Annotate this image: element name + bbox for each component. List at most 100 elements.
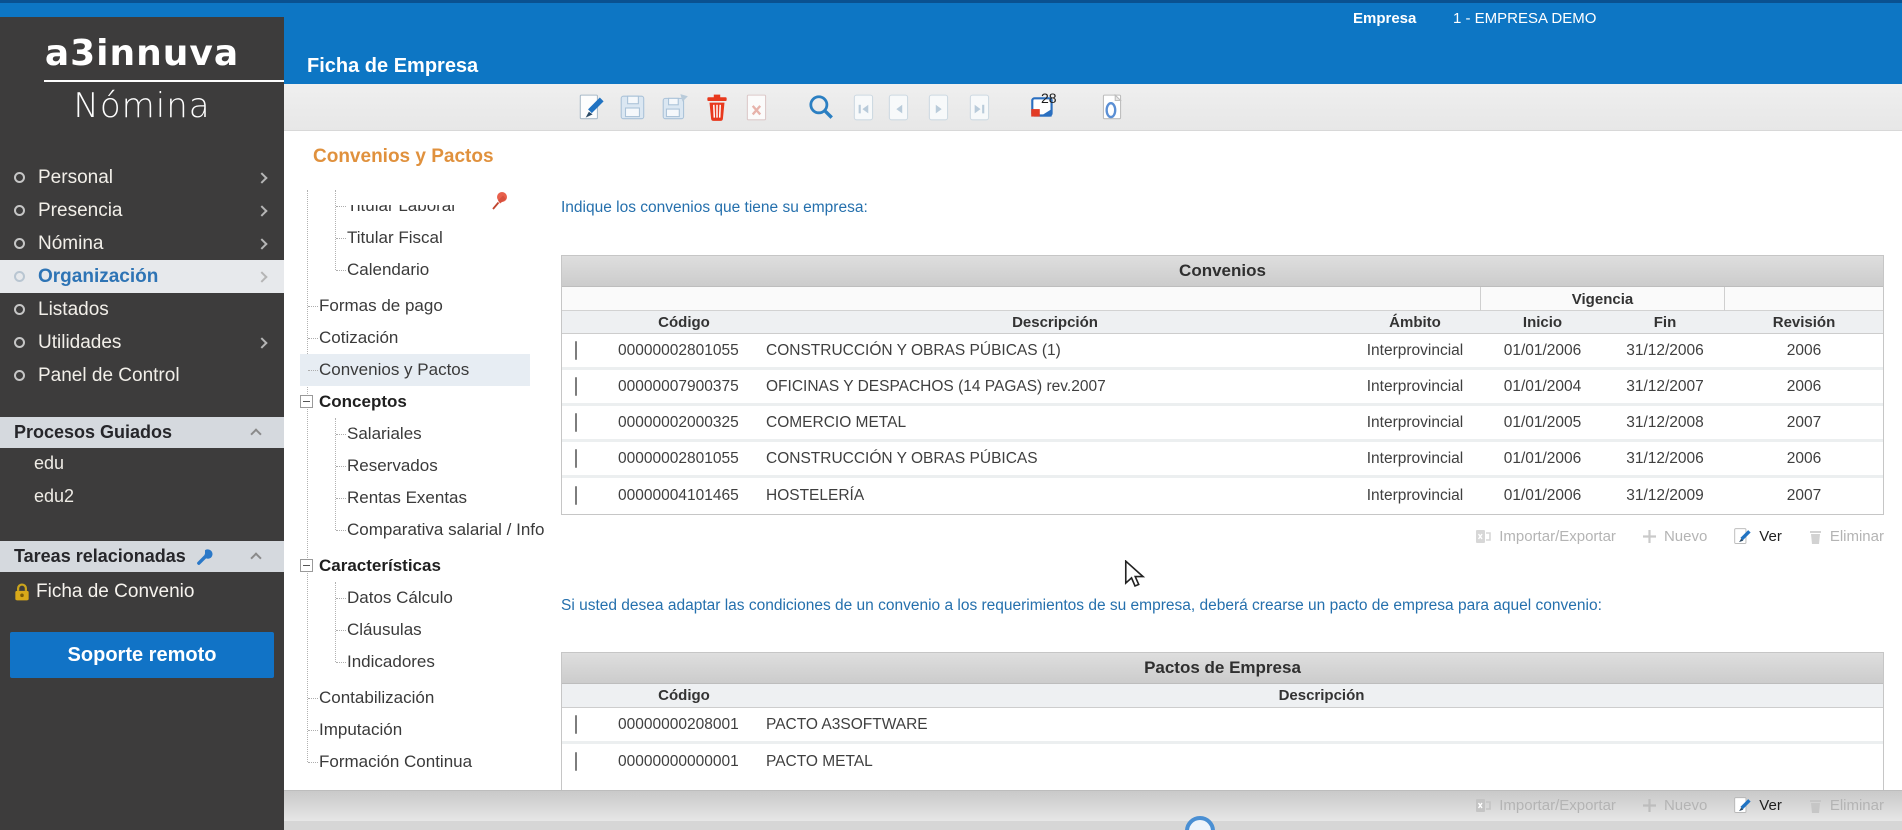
eliminar-label: Eliminar bbox=[1829, 797, 1884, 814]
pacto-row[interactable]: 00000000000001 PACTO METAL bbox=[562, 744, 1883, 780]
row-checkbox[interactable] bbox=[575, 714, 577, 734]
tree-item[interactable]: Rentas Exentas bbox=[300, 482, 530, 514]
collapse-minus-icon[interactable] bbox=[300, 395, 313, 408]
bullet-ring-icon bbox=[14, 172, 25, 183]
pactos-column-headers: Código Descripción bbox=[562, 684, 1883, 708]
nuevo-button[interactable]: Nuevo bbox=[1642, 797, 1707, 814]
bullet-ring-icon bbox=[14, 337, 25, 348]
ver-button[interactable]: Ver bbox=[1733, 796, 1782, 815]
tree-item[interactable]: Indicadores bbox=[300, 646, 530, 678]
procesos-guiados-header[interactable]: Procesos Guiados bbox=[0, 417, 284, 448]
chevron-right-icon bbox=[256, 171, 268, 184]
tree-item[interactable]: Contabilización bbox=[300, 682, 530, 714]
save-icon[interactable] bbox=[618, 93, 648, 123]
tree-connector bbox=[336, 466, 346, 467]
page-title: Convenios y Pactos bbox=[313, 146, 494, 167]
tree-item[interactable]: Datos Cálculo bbox=[300, 582, 530, 614]
eliminar-button[interactable]: Eliminar bbox=[1808, 797, 1884, 814]
empresa-selector[interactable]: 1 - EMPRESA DEMO bbox=[1453, 10, 1596, 27]
convenio-row[interactable]: 00000007900375 OFICINAS Y DESPACHOS (14 … bbox=[562, 370, 1883, 406]
sidebar-menu-item[interactable]: Personal bbox=[0, 161, 284, 194]
proceso-guiado-item[interactable]: edu bbox=[0, 447, 284, 480]
tree-item-label: Reservados bbox=[347, 456, 438, 475]
importar-exportar-button[interactable]: Importar/Exportar bbox=[1475, 797, 1616, 814]
convenios-intro-text: Indique los convenios que tiene su empre… bbox=[561, 199, 868, 216]
cell-fin: 31/12/2007 bbox=[1626, 377, 1704, 395]
previous-record-icon[interactable] bbox=[884, 93, 914, 123]
search-icon[interactable] bbox=[806, 93, 836, 123]
sidebar-menu-item[interactable]: Nómina bbox=[0, 227, 284, 260]
tree-item-label: Formación Continua bbox=[319, 752, 473, 771]
tree-item[interactable]: Salariales bbox=[300, 418, 530, 450]
pactos-table: Pactos de Empresa Código Descripción 000… bbox=[561, 652, 1884, 794]
edit-icon[interactable] bbox=[576, 93, 606, 123]
row-checkbox[interactable] bbox=[575, 412, 577, 432]
convenio-row[interactable]: 00000002000325 COMERCIO METAL Interprovi… bbox=[562, 406, 1883, 442]
tree-item-label: Imputación bbox=[319, 720, 403, 739]
row-checkbox[interactable] bbox=[575, 340, 577, 360]
col-header-inicio: Inicio bbox=[1522, 313, 1563, 331]
convenios-vigencia-row: Vigencia bbox=[562, 287, 1883, 311]
sidebar-menu-item[interactable]: Listados bbox=[0, 293, 284, 326]
proceso-guiado-item[interactable]: edu2 bbox=[0, 480, 284, 513]
convenios-table-title: Convenios bbox=[562, 256, 1883, 287]
tree-connector bbox=[336, 206, 346, 207]
delete-icon[interactable] bbox=[702, 93, 732, 123]
menu-item-label: Panel de Control bbox=[38, 364, 180, 386]
sidebar-menu-item[interactable]: Presencia bbox=[0, 194, 284, 227]
menu-item-label: Presencia bbox=[38, 199, 123, 221]
importar-exportar-button[interactable]: Importar/Exportar bbox=[1475, 528, 1616, 545]
row-checkbox[interactable] bbox=[575, 486, 577, 505]
pacto-row[interactable]: 00000000208001 PACTO A3SOFTWARE bbox=[562, 708, 1883, 744]
sidebar-menu-item[interactable]: Organización bbox=[0, 260, 284, 293]
sidebar-menu-item[interactable]: Utilidades bbox=[0, 326, 284, 359]
tree-item[interactable]: Calendario bbox=[300, 254, 530, 286]
nuevo-button[interactable]: Nuevo bbox=[1642, 528, 1707, 545]
col-header-revision: Revisión bbox=[1772, 313, 1836, 331]
tree-item[interactable]: Titular Laboral bbox=[300, 190, 530, 222]
logo-brand: a3innuva bbox=[44, 33, 240, 74]
convenio-row[interactable]: 00000002801055 CONSTRUCCIÓN Y OBRAS PÚBI… bbox=[562, 442, 1883, 478]
next-record-icon[interactable] bbox=[924, 93, 954, 123]
soporte-remoto-button[interactable]: Soporte remoto bbox=[10, 632, 274, 678]
trash-gray-icon bbox=[1809, 530, 1821, 544]
last-record-icon[interactable] bbox=[965, 93, 995, 123]
cell-ambito: Interprovincial bbox=[1366, 449, 1464, 467]
tree-item[interactable]: Comparativa salarial / Infor bbox=[300, 514, 544, 546]
row-checkbox[interactable] bbox=[575, 448, 577, 468]
convenio-row[interactable]: 00000004101465 HOSTELERÍA Interprovincia… bbox=[562, 478, 1883, 514]
ver-label: Ver bbox=[1759, 528, 1782, 545]
tree-item[interactable]: Formación Continua bbox=[300, 746, 530, 778]
plus-icon bbox=[1642, 799, 1656, 812]
tree-item[interactable]: Convenios y Pactos bbox=[300, 354, 530, 386]
cell-revision: 2006 bbox=[1786, 449, 1822, 467]
sidebar-menu-item[interactable]: Panel de Control bbox=[0, 359, 284, 392]
row-checkbox[interactable] bbox=[575, 376, 577, 396]
col-header-descripcion: Descripción bbox=[1012, 313, 1098, 331]
tree-item[interactable]: Cotización bbox=[300, 322, 530, 354]
tarea-ficha-convenio[interactable]: Ficha de Convenio bbox=[0, 575, 284, 609]
col-header-codigo: Código bbox=[658, 687, 710, 704]
tree-item[interactable]: Formas de pago bbox=[300, 290, 530, 322]
proceso-guiado-label: edu2 bbox=[34, 486, 75, 506]
save-as-icon[interactable] bbox=[660, 93, 690, 123]
cell-descripcion: HOSTELERÍA bbox=[766, 487, 865, 504]
convenio-row[interactable]: 00000002801055 CONSTRUCCIÓN Y OBRAS PÚBI… bbox=[562, 334, 1883, 370]
tree-item[interactable]: Titular Fiscal bbox=[300, 222, 530, 254]
tree-connector bbox=[308, 698, 318, 699]
cancel-icon[interactable] bbox=[742, 93, 772, 123]
ver-button[interactable]: Ver bbox=[1733, 527, 1782, 546]
tree-item[interactable]: Imputación bbox=[300, 714, 530, 746]
cell-revision: 2007 bbox=[1786, 413, 1822, 431]
tree-item[interactable]: Conceptos bbox=[300, 386, 530, 418]
collapse-minus-icon[interactable] bbox=[300, 559, 313, 572]
eliminar-button[interactable]: Eliminar bbox=[1808, 528, 1884, 545]
first-record-icon[interactable] bbox=[849, 93, 879, 123]
tareas-relacionadas-header[interactable]: Tareas relacionadas bbox=[0, 541, 284, 572]
row-checkbox[interactable] bbox=[575, 752, 577, 771]
attachments-icon[interactable] bbox=[1097, 93, 1127, 123]
tree-item[interactable]: Reservados bbox=[300, 450, 530, 482]
tree-item[interactable]: Cláusulas bbox=[300, 614, 530, 646]
tree-item[interactable]: Características bbox=[300, 550, 530, 582]
tree-connector bbox=[336, 598, 346, 599]
